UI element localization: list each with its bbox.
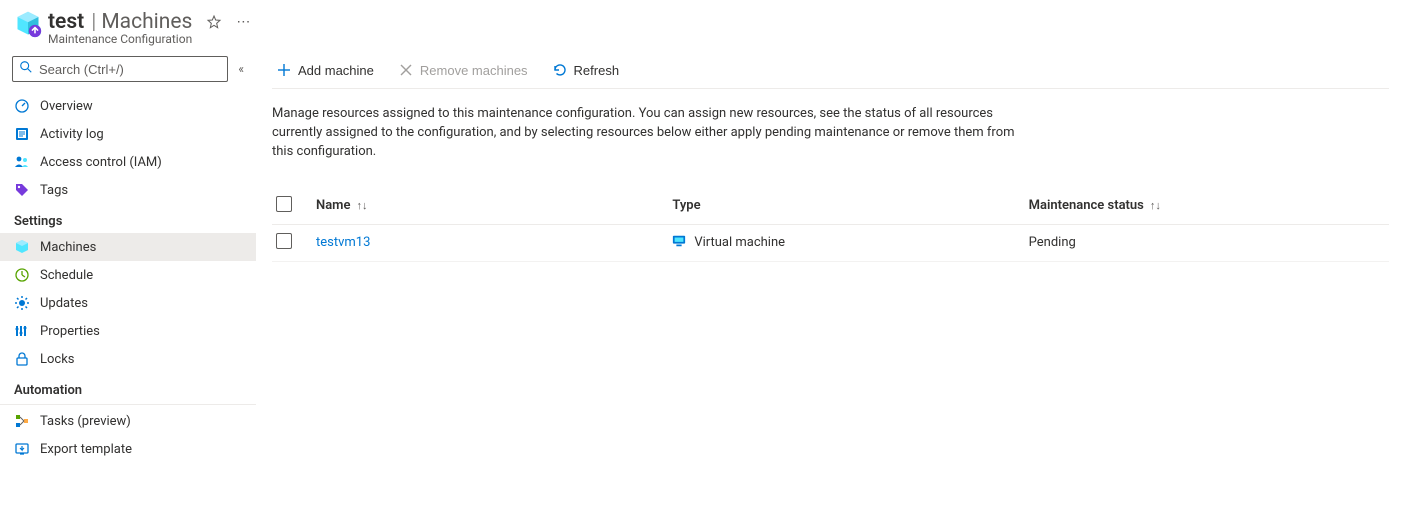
machine-type: Virtual machine: [694, 235, 785, 250]
access-control-icon: [14, 154, 30, 170]
column-header-status[interactable]: Maintenance status ↑↓: [1029, 198, 1385, 213]
sidebar-item-tasks[interactable]: Tasks (preview): [0, 407, 256, 435]
select-all-checkbox[interactable]: [276, 196, 292, 212]
refresh-button[interactable]: Refresh: [548, 60, 624, 80]
search-box[interactable]: [12, 56, 228, 82]
page-header: test | Machines ⋯ Maintenance Configurat…: [0, 0, 1405, 52]
column-header-type[interactable]: Type: [672, 198, 1028, 213]
table-row[interactable]: testvm13 Virtual machine Pending: [272, 225, 1389, 262]
description-text: Manage resources assigned to this mainte…: [272, 105, 1032, 162]
sidebar-item-label: Activity log: [40, 127, 104, 142]
toolbar-divider: [272, 88, 1389, 89]
search-input[interactable]: [39, 62, 221, 77]
sidebar-item-label: Tags: [40, 183, 68, 198]
table-header: Name ↑↓ Type Maintenance status ↑↓: [272, 188, 1389, 225]
remove-machines-button: Remove machines: [394, 60, 532, 80]
sidebar-item-label: Tasks (preview): [40, 414, 131, 429]
sidebar-item-label: Machines: [40, 240, 96, 255]
sidebar-item-label: Access control (IAM): [40, 155, 162, 170]
x-icon: [398, 62, 414, 78]
row-checkbox[interactable]: [276, 233, 292, 249]
sidebar-item-machines[interactable]: Machines: [0, 233, 256, 261]
tags-icon: [14, 182, 30, 198]
machine-name-link[interactable]: testvm13: [316, 235, 370, 250]
resource-type: Maintenance Configuration: [48, 32, 251, 46]
more-actions-icon[interactable]: ⋯: [236, 14, 251, 30]
button-label: Add machine: [298, 63, 374, 78]
toolbar: Add machine Remove machines Refresh: [272, 52, 1389, 88]
search-icon: [19, 60, 33, 78]
column-header-name[interactable]: Name ↑↓: [316, 198, 672, 213]
refresh-icon: [552, 62, 568, 78]
sidebar-item-schedule[interactable]: Schedule: [0, 261, 256, 289]
sidebar-item-label: Properties: [40, 324, 100, 339]
sidebar-item-export-template[interactable]: Export template: [0, 435, 256, 463]
export-template-icon: [14, 441, 30, 457]
button-label: Refresh: [574, 63, 620, 78]
schedule-icon: [14, 267, 30, 283]
tasks-icon: [14, 413, 30, 429]
sidebar-item-label: Locks: [40, 352, 75, 367]
sidebar-item-label: Overview: [40, 99, 93, 114]
plus-icon: [276, 62, 292, 78]
favorite-star-icon[interactable]: [206, 14, 222, 30]
button-label: Remove machines: [420, 63, 528, 78]
properties-icon: [14, 323, 30, 339]
sidebar-item-overview[interactable]: Overview: [0, 92, 256, 120]
collapse-sidebar-icon[interactable]: «: [238, 62, 244, 76]
sidebar-item-activity-log[interactable]: Activity log: [0, 120, 256, 148]
machine-status: Pending: [1029, 235, 1076, 250]
locks-icon: [14, 351, 30, 367]
sort-icon: ↑↓: [356, 199, 367, 212]
sidebar-item-properties[interactable]: Properties: [0, 317, 256, 345]
sort-icon: ↑↓: [1150, 199, 1161, 212]
machines-icon: [14, 239, 30, 255]
main-content: Add machine Remove machines Refresh Mana…: [256, 52, 1405, 527]
sidebar-item-updates[interactable]: Updates: [0, 289, 256, 317]
overview-icon: [14, 98, 30, 114]
title-separator: |: [91, 10, 96, 34]
machines-table: Name ↑↓ Type Maintenance status ↑↓ testv…: [272, 188, 1389, 262]
resource-icon: [14, 10, 42, 38]
activity-log-icon: [14, 126, 30, 142]
add-machine-button[interactable]: Add machine: [272, 60, 378, 80]
sidebar-item-label: Schedule: [40, 268, 93, 283]
resource-name: test: [48, 10, 84, 34]
sidebar-section-automation: Automation: [0, 373, 256, 405]
sidebar: « Overview Activity log: [0, 52, 256, 527]
page-title: Machines: [101, 10, 192, 34]
sidebar-item-tags[interactable]: Tags: [0, 176, 256, 204]
virtual-machine-icon: [672, 234, 686, 252]
sidebar-item-access-control[interactable]: Access control (IAM): [0, 148, 256, 176]
sidebar-item-label: Updates: [40, 296, 88, 311]
updates-icon: [14, 295, 30, 311]
sidebar-item-label: Export template: [40, 442, 132, 457]
sidebar-item-locks[interactable]: Locks: [0, 345, 256, 373]
sidebar-section-settings: Settings: [0, 204, 256, 233]
